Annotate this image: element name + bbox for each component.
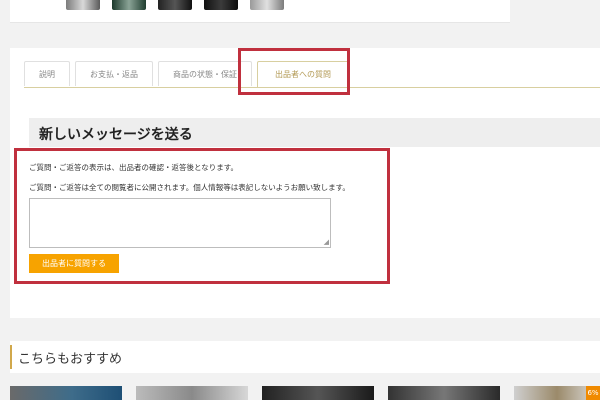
recommended-product-image[interactable] <box>388 386 500 400</box>
thumbnail-image[interactable] <box>158 0 192 10</box>
thumbnail-image[interactable] <box>204 0 238 10</box>
thumbnail-image[interactable] <box>112 0 146 10</box>
product-image-strip <box>10 0 510 23</box>
recommended-product-image[interactable] <box>136 386 248 400</box>
thumbnail-list <box>66 0 284 10</box>
tab-description[interactable]: 説明 <box>24 61 70 86</box>
recommend-section-header: こちらもおすすめ <box>10 341 600 373</box>
recommended-product-image[interactable]: 6% <box>514 386 600 400</box>
tab-payment-returns[interactable]: お支払・返品 <box>75 61 153 86</box>
section-accent-bar <box>10 345 12 369</box>
recommend-title: こちらもおすすめ <box>18 352 123 367</box>
discount-badge: 6% <box>586 386 600 400</box>
highlight-box-tab <box>238 48 350 95</box>
thumbnail-image[interactable] <box>250 0 284 10</box>
recommended-product-image[interactable] <box>262 386 374 400</box>
message-title: 新しいメッセージを送る <box>39 127 193 143</box>
message-header: 新しいメッセージを送る <box>29 118 600 147</box>
recommended-product-image[interactable] <box>10 386 122 400</box>
highlight-box-form <box>14 148 390 284</box>
thumbnail-image[interactable] <box>66 0 100 10</box>
